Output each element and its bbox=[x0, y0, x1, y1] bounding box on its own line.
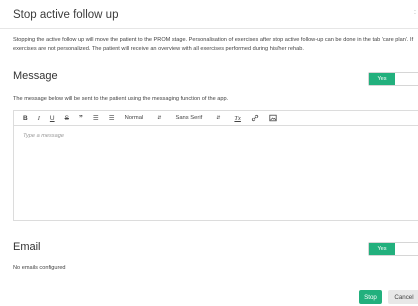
link-icon[interactable] bbox=[251, 114, 259, 122]
dialog-description: Stopping the active follow up will move … bbox=[13, 37, 414, 53]
email-heading: Email bbox=[13, 241, 41, 253]
italic-button[interactable]: I bbox=[38, 115, 40, 122]
strike-button[interactable]: S bbox=[65, 115, 69, 122]
email-status: No emails configured bbox=[13, 265, 66, 271]
image-icon-svg bbox=[269, 114, 277, 122]
message-textarea[interactable]: Type a message bbox=[14, 126, 418, 146]
divider bbox=[0, 28, 418, 29]
close-icon[interactable]: : bbox=[414, 9, 416, 16]
cancel-button[interactable]: Cancel bbox=[388, 290, 418, 304]
underline-button[interactable]: U bbox=[50, 115, 55, 122]
clean-format-icon[interactable]: Tx bbox=[234, 115, 241, 122]
bold-button[interactable]: B bbox=[23, 115, 28, 122]
message-note: The message below will be sent to the pa… bbox=[13, 96, 229, 102]
link-icon-svg bbox=[251, 114, 259, 122]
message-toggle[interactable]: Yes bbox=[368, 72, 418, 86]
header-select[interactable]: Normal ⇵ bbox=[125, 115, 162, 121]
image-icon[interactable] bbox=[269, 114, 277, 122]
message-editor[interactable]: B I U S ” ☰ ☰ Normal ⇵ Sans Serif ⇵ Tx T… bbox=[13, 110, 418, 221]
header-select-value: Normal bbox=[124, 115, 144, 121]
message-heading: Message bbox=[13, 70, 58, 82]
email-toggle-yes[interactable]: Yes bbox=[369, 243, 395, 255]
bullet-list-icon[interactable]: ☰ bbox=[109, 114, 115, 122]
dialog-title: Stop active follow up bbox=[13, 9, 119, 21]
font-select[interactable]: Sans Serif ⇵ bbox=[175, 115, 220, 121]
select-arrow-icon: ⇵ bbox=[157, 115, 162, 121]
quote-icon[interactable]: ” bbox=[79, 114, 83, 123]
stop-button[interactable]: Stop bbox=[359, 290, 382, 304]
ordered-list-icon[interactable]: ☰ bbox=[93, 114, 99, 122]
editor-toolbar: B I U S ” ☰ ☰ Normal ⇵ Sans Serif ⇵ Tx bbox=[14, 111, 418, 126]
email-toggle[interactable]: Yes bbox=[368, 242, 418, 256]
message-toggle-yes[interactable]: Yes bbox=[369, 73, 395, 85]
select-arrow-icon: ⇵ bbox=[216, 115, 221, 121]
font-select-value: Sans Serif bbox=[175, 115, 203, 121]
